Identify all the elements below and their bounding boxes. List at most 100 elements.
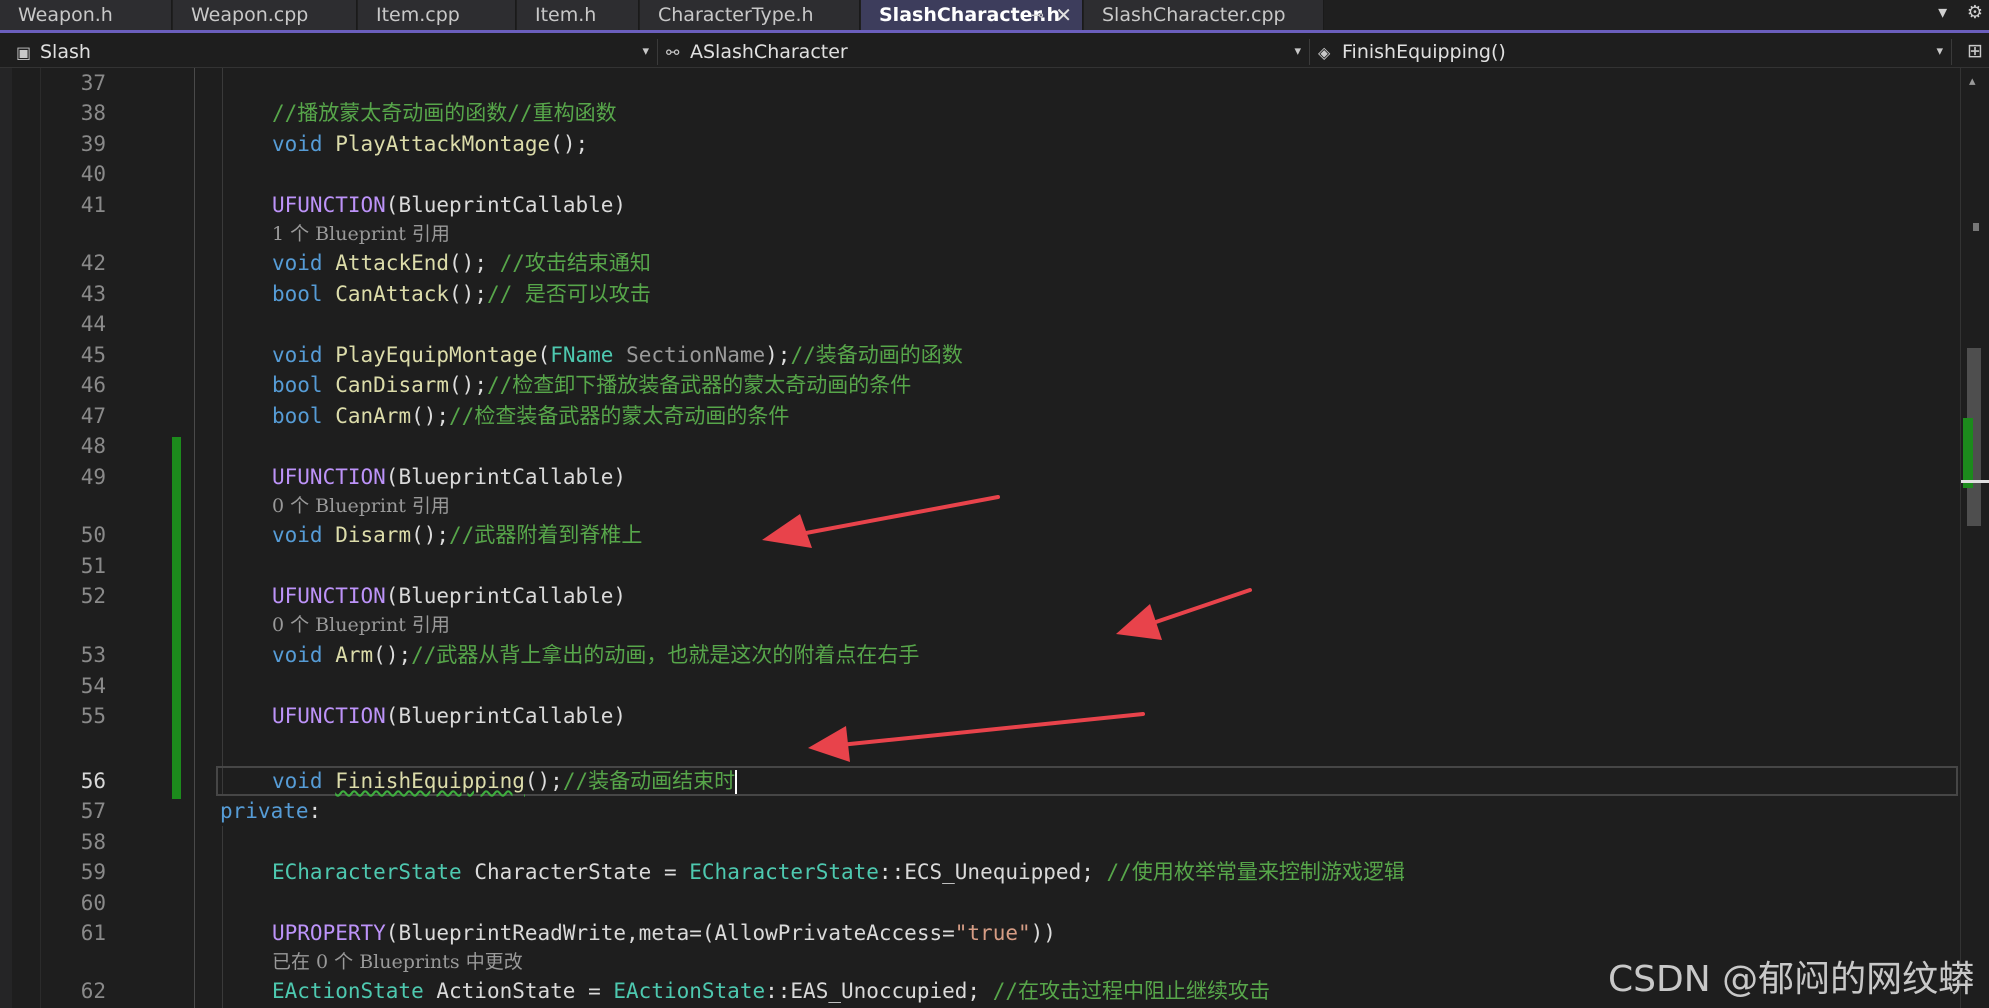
code-line: 45 void PlayEquipMontage(FName SectionNam… [0, 340, 1960, 370]
code-punctuation: : [308, 799, 322, 823]
line-number: 61 [80, 921, 106, 945]
line-number: 52 [80, 584, 106, 608]
code-line: 50 void Disarm();//武器附着到脊椎上 [0, 520, 1960, 550]
tab-charactertype-h[interactable]: CharacterType.h [640, 0, 860, 30]
code-line-current: 56 void FinishEquipping();//装备动画结束时 [0, 766, 1960, 796]
code-line: 37 [0, 68, 1960, 98]
code-specifier: meta [638, 921, 690, 945]
tab-slashcharacter-cpp[interactable]: SlashCharacter.cpp [1084, 0, 1324, 30]
code-operator: = [651, 860, 690, 884]
code-line: 46 bool CanDisarm();//检查卸下播放装备武器的蒙太奇动画的条件 [0, 370, 1960, 400]
split-editor-icon[interactable]: ⊞ [1967, 40, 1983, 62]
code-specifier: BlueprintCallable [398, 584, 614, 608]
code-type: ECharacterState [272, 860, 462, 884]
code-keyword: void [272, 643, 323, 667]
tab-label: CharacterType.h [658, 4, 814, 26]
codelens-line: 0 个 Blueprint 引用 [0, 491, 1960, 521]
code-macro: UFUNCTION [272, 584, 386, 608]
code-punctuation: ); [765, 343, 791, 367]
vertical-scrollbar[interactable]: ▴ [1960, 68, 1989, 1008]
scroll-up-icon[interactable]: ▴ [1969, 74, 1976, 89]
code-line: 38 //播放蒙太奇动画的函数//重构函数 [0, 98, 1960, 128]
code-text: ECharacterState CharacterState = ECharac… [272, 857, 1405, 887]
code-function-name: AttackEnd [335, 251, 450, 275]
tab-label: Item.h [535, 4, 597, 26]
codelens-hint[interactable]: 1 个 Blueprint 引用 [272, 219, 450, 249]
tab-slashcharacter-h[interactable]: SlashCharacter.h ⊸ ✕ [861, 0, 1083, 30]
tab-item-h[interactable]: Item.h [517, 0, 639, 30]
pin-icon[interactable]: ⊸ [1031, 0, 1044, 30]
line-number: 50 [80, 523, 106, 547]
code-text: UPROPERTY(BlueprintReadWrite,meta=(Allow… [272, 921, 1056, 945]
code-function-name: PlayEquipMontage [335, 343, 538, 367]
tab-label: Weapon.h [18, 4, 113, 26]
project-icon: ▣ [16, 43, 32, 62]
line-number: 37 [80, 71, 106, 95]
code-specifier: BlueprintCallable [398, 704, 614, 728]
code-macro: UFUNCTION [272, 465, 386, 489]
class-scope-dropdown[interactable]: ⚯ ASlashCharacter ▾ [660, 39, 1310, 65]
code-line: 39 void PlayAttackMontage(); [0, 129, 1960, 159]
code-keyword: void [272, 251, 323, 275]
code-editor[interactable]: 37 38 //播放蒙太奇动画的函数//重构函数 39 void PlayAttac… [0, 68, 1960, 1008]
code-text: void Disarm();//武器附着到脊椎上 [272, 520, 642, 550]
codelens-hint[interactable]: 已在 0 个 Blueprints 中更改 [272, 947, 523, 977]
code-line: 57 private: [0, 796, 1960, 826]
member-dropdown[interactable]: ◈ FinishEquipping() ▾ [1312, 39, 1952, 65]
tab-list-dropdown-icon[interactable]: ▾ [1938, 2, 1947, 23]
codelens-hint[interactable]: 0 个 Blueprint 引用 [272, 610, 450, 640]
tab-item-cpp[interactable]: Item.cpp [358, 0, 516, 30]
codelens-line: 0 个 Blueprint 引用 [0, 610, 1960, 640]
line-number: 49 [80, 465, 106, 489]
code-punctuation: (); [373, 643, 412, 667]
code-comment: //武器从背上拿出的动画，也就是这次的附着点在右手 [411, 643, 920, 667]
code-comment: //装备动画的函数 [790, 343, 963, 367]
tab-weapon-h[interactable]: Weapon.h [0, 0, 172, 30]
caret-position-marker [1961, 480, 1989, 483]
code-operator: = [575, 979, 614, 1003]
code-enum-value: EAS_Unoccupied [790, 979, 968, 1003]
code-comment: //在攻击过程中阻止继续攻击 [992, 979, 1271, 1003]
line-number: 46 [80, 373, 106, 397]
code-punctuation: )) [1030, 921, 1056, 945]
code-function-name: CanArm [335, 404, 412, 428]
tabbar-tools: ▾ ⚙ [1924, 2, 1983, 23]
line-number: 62 [80, 979, 106, 1003]
code-specifier: BlueprintCallable [398, 465, 614, 489]
code-line: 52 UFUNCTION(BlueprintCallable) [0, 581, 1960, 611]
code-line: 61 UPROPERTY(BlueprintReadWrite,meta=(All… [0, 918, 1960, 948]
project-name: Slash [40, 41, 91, 63]
code-line: 60 [0, 888, 1960, 918]
code-function-name: CanAttack [335, 282, 450, 306]
tab-weapon-cpp[interactable]: Weapon.cpp [173, 0, 357, 30]
line-number: 47 [80, 404, 106, 428]
code-line: 44 [0, 309, 1960, 339]
code-text: void FinishEquipping();//装备动画结束时 [272, 766, 738, 796]
code-text: UFUNCTION(BlueprintCallable) [272, 584, 627, 608]
class-scope-name: ASlashCharacter [690, 41, 848, 63]
code-text: void Arm();//武器从背上拿出的动画，也就是这次的附着点在右手 [272, 640, 919, 670]
close-icon[interactable]: ✕ [1055, 0, 1072, 30]
code-text: void AttackEnd(); //攻击结束通知 [272, 248, 651, 278]
code-punctuation: (); [449, 282, 487, 306]
chevron-down-icon: ▾ [1936, 44, 1943, 59]
code-keyword: bool [272, 404, 323, 428]
line-number: 39 [80, 132, 106, 156]
method-icon: ◈ [1318, 43, 1331, 62]
line-number: 44 [80, 312, 106, 336]
code-punctuation: (); [411, 523, 450, 547]
line-number: 41 [80, 193, 106, 217]
tab-label: Item.cpp [376, 4, 460, 26]
codelens-hint[interactable]: 0 个 Blueprint 引用 [272, 491, 450, 521]
line-number: 51 [80, 554, 106, 578]
code-text: bool CanDisarm();//检查卸下播放装备武器的蒙太奇动画的条件 [272, 370, 911, 400]
settings-icon[interactable]: ⚙ [1967, 2, 1983, 23]
code-identifier: CharacterState [474, 860, 652, 884]
code-line: 49 UFUNCTION(BlueprintCallable) [0, 462, 1960, 492]
code-enum-value: ECS_Unequipped [904, 860, 1082, 884]
code-operator: :: [878, 860, 905, 884]
watermark: CSDN @郁闷的网纹蟒 [1608, 959, 1975, 1000]
code-keyword: void [272, 343, 323, 367]
code-comment: //使用枚举常量来控制游戏逻辑 [1106, 860, 1405, 884]
project-dropdown[interactable]: ▣ Slash ▾ [10, 39, 658, 65]
